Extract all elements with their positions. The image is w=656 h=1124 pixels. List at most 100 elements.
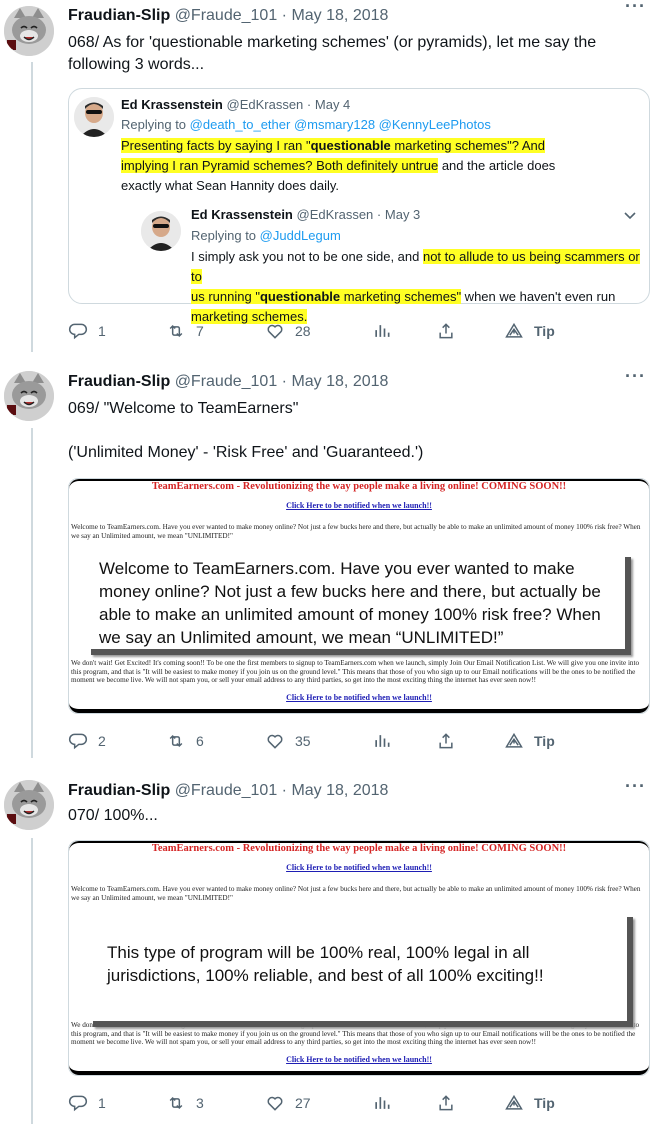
popup-text: This type of program will be 100% real, … [107,943,544,985]
analytics-button[interactable] [372,319,392,343]
cat-avatar-icon [4,6,54,56]
site-notify-link: Click Here to be notified when we launch… [286,863,432,872]
site-title: TeamEarners.com - Revolutionizing the wa… [151,481,567,492]
tweet-068[interactable]: Fraudian-Slip @Fraude_101 · May 18, 2018… [0,0,656,352]
reply-button[interactable]: 2 [68,729,106,753]
site-notify-link-bottom: Click Here to be notified when we launch… [286,693,432,702]
reply-button[interactable]: 1 [68,1091,106,1115]
tweet-text-line-2: ('Unlimited Money' - 'Risk Free' and 'Gu… [68,444,424,461]
cat-avatar-icon [4,371,54,421]
separator: · [281,373,287,390]
author-name[interactable]: Fraudian-Slip [68,7,170,24]
chevron-down-icon[interactable] [623,210,637,224]
retweet-count: 6 [196,733,204,749]
more-options-button[interactable]: ··· [625,0,646,17]
separator: · [281,782,287,799]
nested-separator: · [376,207,382,222]
quote-author-handle: @EdKrassen [226,97,304,112]
tweet-069[interactable]: Fraudian-Slip @Fraude_101 · May 18, 2018… [0,366,656,758]
analytics-button[interactable] [372,729,392,753]
like-button[interactable]: 35 [265,729,311,753]
highlight-2: implying I ran Pyramid schemes? Both def… [121,158,439,173]
nested-text-1a: I simply ask you not to be one side, and [191,249,423,264]
tweet-date[interactable]: May 18, 2018 [291,7,388,24]
like-count: 28 [295,323,311,339]
share-icon [439,323,453,339]
author-handle[interactable]: @Fraude_101 [175,782,278,799]
tip-icon [505,732,523,748]
tip-button[interactable]: Tip [504,729,555,753]
tip-label: Tip [534,733,555,749]
like-button[interactable]: 28 [265,319,311,343]
tweet-070[interactable]: Fraudian-Slip @Fraude_101 · May 18, 2018… [0,776,656,1124]
author-handle[interactable]: @Fraude_101 [175,7,278,24]
quote-text: Presenting facts by saying I ran "questi… [121,136,601,196]
tweet-text: 070/ 100%... [68,807,158,824]
author-handle[interactable]: @Fraude_101 [175,373,278,390]
reply-icon [68,1095,88,1112]
site-notify-link: Click Here to be notified when we launch… [286,501,432,510]
avatar[interactable] [4,371,54,421]
popup-text: Welcome to TeamEarners.com. Have you eve… [99,559,601,647]
tweet-text-line-1: 069/ "Welcome to TeamEarners" [68,400,299,417]
site-title: TeamEarners.com - Revolutionizing the wa… [151,843,567,854]
nested-replying-to-link[interactable]: @JuddLegum [260,228,341,243]
share-button[interactable] [436,319,456,343]
replying-to-links[interactable]: @death_to_ether @msmary128 @KennyLeePhot… [190,117,491,132]
tip-button[interactable]: Tip [504,1091,555,1115]
nested-highlight-2b: questionable [259,289,341,304]
retweet-count: 3 [196,1095,204,1111]
reply-button[interactable]: 1 [68,319,106,343]
tweet-header: Fraudian-Slip @Fraude_101 · May 18, 2018 [68,6,388,26]
highlight-1a: Presenting facts by saying I ran " [121,138,311,153]
nested-avatar [141,211,181,251]
nested-date: May 3 [384,207,421,222]
retweet-button[interactable]: 3 [166,1091,204,1115]
tip-icon [505,322,523,338]
retweet-button[interactable]: 7 [166,319,204,343]
like-count: 27 [295,1095,311,1111]
quote-text-2-rest: and the article does [438,158,556,173]
thread-line [31,428,33,758]
site-intro: Welcome to TeamEarners.com. Have you eve… [71,885,641,902]
tweet-header: Fraudian-Slip @Fraude_101 · May 18, 2018 [68,781,388,801]
author-name[interactable]: Fraudian-Slip [68,782,170,799]
tweet-date[interactable]: May 18, 2018 [291,782,388,799]
share-icon [439,1095,453,1111]
retweet-button[interactable]: 6 [166,729,204,753]
quote-avatar [74,97,114,137]
quote-separator: · [306,97,312,112]
more-options-button[interactable]: ··· [625,366,646,387]
quote-author-name: Ed Krassenstein [121,97,223,112]
quote-text-3: exactly what Sean Hannity does daily. [121,178,339,193]
tip-icon [505,1094,523,1110]
heart-icon [267,734,283,749]
avatar[interactable] [4,6,54,56]
reply-count: 1 [98,1095,106,1111]
like-button[interactable]: 27 [265,1091,311,1115]
highlight-1b: questionable [310,138,391,153]
like-count: 35 [295,733,311,749]
avatar[interactable] [4,780,54,830]
tweet-header: Fraudian-Slip @Fraude_101 · May 18, 2018 [68,372,388,392]
tweet-image[interactable]: TeamEarners.com - Revolutionizing the wa… [68,478,650,714]
reply-count: 2 [98,733,106,749]
nested-text-2d: when we haven't even run [461,289,616,304]
site-bottom-text: We don't wait! Get Excited! It's coming … [71,659,640,684]
nested-text: I simply ask you not to be one side, and… [191,247,641,327]
thread-line [31,838,33,1124]
separator: · [281,7,287,24]
highlight-1c: marketing schemes"? And [390,138,545,153]
analytics-button[interactable] [372,1091,392,1115]
more-options-button[interactable]: ··· [625,776,646,797]
share-button[interactable] [436,729,456,753]
tweet-actions: 2 6 35 Tip [68,729,628,753]
share-button[interactable] [436,1091,456,1115]
tip-button[interactable]: Tip [504,319,555,343]
heart-icon [267,1096,283,1111]
tweet-image[interactable]: TeamEarners.com - Revolutionizing the wa… [68,840,650,1076]
tweet-date[interactable]: May 18, 2018 [291,373,388,390]
quoted-tweet[interactable]: Ed Krassenstein @EdKrassen · May 4 Reply… [68,88,650,324]
replying-prefix: Replying to [121,117,187,132]
author-name[interactable]: Fraudian-Slip [68,373,170,390]
